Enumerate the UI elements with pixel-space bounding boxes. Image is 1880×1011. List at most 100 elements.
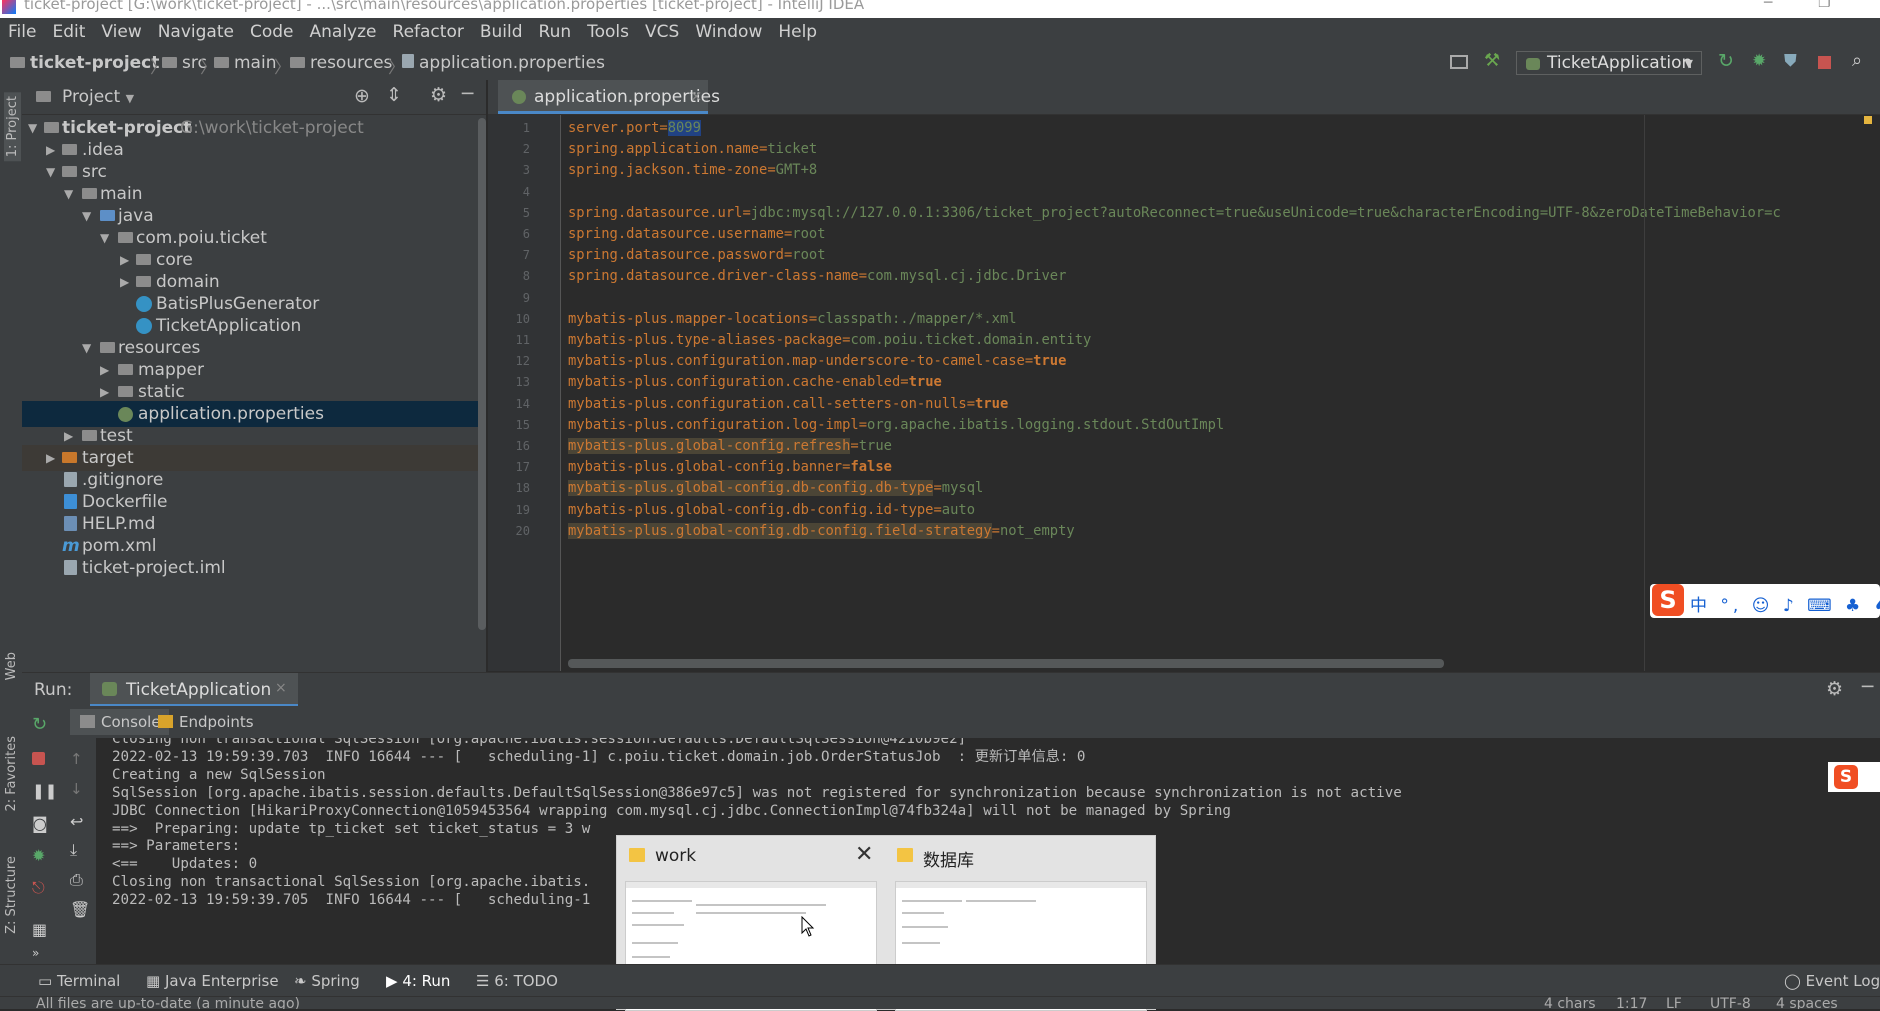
run-configuration-select[interactable]: TicketApplication ▼ <box>1516 51 1702 75</box>
build-hammer-icon[interactable]: ⚒ <box>1484 50 1500 71</box>
favorites-tool-button[interactable]: 2: Favorites <box>4 736 19 812</box>
run-tab-ticketapplication[interactable]: TicketApplication × <box>90 673 298 707</box>
ime-indicator[interactable]: S <box>1828 762 1880 792</box>
project-tool-button[interactable]: 1: Project <box>4 92 21 162</box>
up-arrow-icon[interactable]: ↑ <box>70 750 88 768</box>
exit-icon[interactable]: ⎋ <box>32 878 50 897</box>
menu-window[interactable]: Window <box>687 22 770 42</box>
hide-panel-icon[interactable]: ─ <box>462 83 473 105</box>
event-log-button[interactable]: ◯ Event Log <box>1784 972 1880 990</box>
search-icon[interactable]: ⌕ <box>1852 50 1868 71</box>
inspection-status-icon[interactable] <box>1864 116 1872 124</box>
thumbnail-line <box>632 900 692 902</box>
menu-help[interactable]: Help <box>770 22 825 42</box>
menu-build[interactable]: Build <box>472 22 531 42</box>
menu-tools[interactable]: Tools <box>579 22 637 42</box>
code-line[interactable]: mybatis-plus.global-config.db-config.db-… <box>568 478 983 499</box>
soft-wrap-icon[interactable]: ↩ <box>70 812 88 831</box>
print-icon[interactable]: ⎙ <box>70 870 88 889</box>
stop-icon[interactable] <box>32 752 45 765</box>
tree-item-iml[interactable]: ticket-project.iml <box>22 555 486 581</box>
rerun-icon[interactable]: ↻ <box>32 714 50 735</box>
close-tab-icon[interactable]: × <box>690 87 703 105</box>
code-line[interactable]: spring.application.name=ticket <box>568 139 817 160</box>
status-indent[interactable]: 4 spaces <box>1776 997 1838 1009</box>
code-line[interactable]: spring.datasource.password=root <box>568 245 826 266</box>
status-caret-position[interactable]: 1:17 <box>1616 997 1647 1009</box>
collapse-all-icon[interactable]: ⇕ <box>386 84 402 106</box>
stop-icon[interactable] <box>1818 56 1831 69</box>
property-value: root <box>792 226 826 242</box>
code-line[interactable]: server.port=8099 <box>568 118 701 139</box>
code-line[interactable]: spring.datasource.username=root <box>568 224 826 245</box>
code-line[interactable]: mybatis-plus.global-config.db-config.id-… <box>568 500 975 521</box>
code-line[interactable]: spring.datasource.driver-class-name=com.… <box>568 266 1066 287</box>
settings-gear-icon[interactable]: ⚙ <box>1826 678 1843 700</box>
tab-terminal[interactable]: ▭ Terminal <box>38 972 120 990</box>
settings-gear-icon[interactable]: ⚙ <box>430 84 447 106</box>
code-line[interactable]: mybatis-plus.mapper-locations=classpath:… <box>568 309 1017 330</box>
code-line[interactable]: mybatis-plus.global-config.db-config.fie… <box>568 521 1075 542</box>
code-line[interactable]: spring.jackson.time-zone=GMT+8 <box>568 160 817 181</box>
minimize-icon[interactable]: ─ <box>1764 0 1772 10</box>
menu-code[interactable]: Code <box>242 22 302 42</box>
tab-spring[interactable]: ❧ Spring <box>294 972 360 990</box>
hide-panel-icon[interactable]: ─ <box>1862 676 1873 698</box>
tab-console[interactable]: Console <box>70 709 169 735</box>
down-arrow-icon[interactable]: ↓ <box>70 780 88 798</box>
more-icon[interactable]: » <box>32 946 50 962</box>
ime-tools-icons[interactable]: 中 °, ☺ ♪ ⌨ ♣ ♠ <box>1690 591 1880 616</box>
code-line[interactable]: mybatis-plus.configuration.map-underscor… <box>568 351 1066 372</box>
close-tab-icon[interactable]: × <box>275 680 287 696</box>
editor-tab-application-properties[interactable]: application.properties × <box>498 80 720 114</box>
pause-icon[interactable]: ❚❚ <box>32 782 57 800</box>
tab-run[interactable]: ▶ 4: Run <box>386 972 450 990</box>
tab-java-enterprise[interactable]: ▦ Java Enterprise <box>146 972 279 990</box>
structure-tool-button[interactable]: Z: Structure <box>4 856 19 934</box>
menu-file[interactable]: File <box>0 22 44 42</box>
tab-todo[interactable]: ☰ 6: TODO <box>476 972 558 990</box>
coverage-shield-icon[interactable]: ⛊ <box>1784 51 1800 71</box>
web-tool-button[interactable]: Web <box>4 652 19 680</box>
debug-bug-icon[interactable]: ✹ <box>1752 51 1768 71</box>
rerun-icon[interactable]: ↻ <box>1718 50 1734 72</box>
project-view-select[interactable]: Project ▼ <box>62 87 134 107</box>
breadcrumb-resources[interactable]: resources <box>290 53 392 73</box>
menu-refactor[interactable]: Refactor <box>385 22 472 42</box>
trash-icon[interactable]: 🗑 <box>70 900 90 919</box>
code-line[interactable]: mybatis-plus.global-config.refresh=true <box>568 436 892 457</box>
code-line[interactable]: mybatis-plus.type-aliases-package=com.po… <box>568 330 1091 351</box>
breadcrumb-file[interactable]: application.properties <box>402 53 605 73</box>
code-line[interactable]: mybatis-plus.configuration.cache-enabled… <box>568 372 942 393</box>
debug-bug-icon[interactable]: ✹ <box>32 846 50 865</box>
breadcrumb-main[interactable]: main <box>214 53 276 73</box>
menu-view[interactable]: View <box>93 22 149 42</box>
code-line[interactable]: spring.datasource.url=jdbc:mysql://127.0… <box>568 203 1781 224</box>
layout-icon[interactable]: ▦ <box>32 920 50 939</box>
preview-title-work[interactable]: work <box>655 846 696 866</box>
locate-target-icon[interactable]: ⊕ <box>354 85 370 107</box>
status-line-separator[interactable]: LF <box>1666 997 1682 1009</box>
breadcrumb-project[interactable]: ticket-project <box>10 53 159 73</box>
preview-title-database[interactable]: 数据库 <box>923 846 974 871</box>
restore-icon[interactable]: ❐ <box>1818 0 1831 10</box>
ime-toolbar[interactable]: S 中 °, ☺ ♪ ⌨ ♣ ♠ <box>1650 584 1880 618</box>
endpoints-icon <box>158 715 173 728</box>
menu-navigate[interactable]: Navigate <box>150 22 242 42</box>
menu-run[interactable]: Run <box>531 22 580 42</box>
tab-endpoints[interactable]: Endpoints <box>158 713 254 731</box>
close-icon[interactable]: ✕ <box>855 842 873 867</box>
menu-analyze[interactable]: Analyze <box>302 22 385 42</box>
code-line[interactable]: mybatis-plus.configuration.call-setters-… <box>568 394 1008 415</box>
menu-edit[interactable]: Edit <box>44 22 93 42</box>
property-equals: = <box>767 162 776 179</box>
scroll-to-end-icon[interactable]: ⤓ <box>70 840 88 859</box>
menu-vcs[interactable]: VCS <box>637 22 687 42</box>
project-tree-scrollbar[interactable] <box>478 118 486 630</box>
code-line[interactable]: mybatis-plus.configuration.log-impl=org.… <box>568 415 1224 436</box>
status-encoding[interactable]: UTF-8 <box>1710 997 1751 1009</box>
camera-dump-icon[interactable]: ◙ <box>32 814 50 833</box>
code-line[interactable]: mybatis-plus.global-config.banner=false <box>568 457 892 478</box>
project-structure-icon[interactable] <box>1450 55 1468 69</box>
editor-horizontal-scrollbar[interactable] <box>568 659 1444 668</box>
